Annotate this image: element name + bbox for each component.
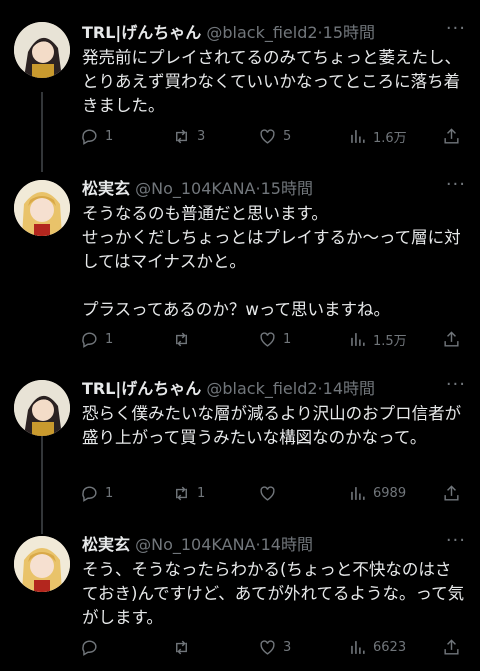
timestamp[interactable]: 15時間 [323,23,375,42]
views-icon [351,640,365,654]
tweet-header: 松実玄 @No_104KANA·14時間 [82,532,466,558]
tweet-header: 松実玄 @No_104KANA·15時間 [82,176,466,202]
view-count: 1.6万 [373,130,407,146]
share-icon [444,127,459,144]
handle[interactable]: @No_104KANA [135,535,255,554]
heart-icon [260,485,275,501]
like-count: 3 [283,639,292,655]
reply-button[interactable]: 1 [80,328,113,350]
reply-button[interactable] [80,636,105,658]
reply-count: 1 [105,331,114,347]
reply-count: 1 [105,128,114,144]
tweet-header: TRL|げんちゃん @black_field2·14時間 [82,376,466,402]
heart-icon [260,128,275,144]
retweet-button[interactable] [172,328,197,350]
reply-count: 1 [105,485,114,501]
retweet-icon [176,486,187,500]
reply-icon [82,128,97,145]
share-icon [444,484,459,501]
tweet-header: TRL|げんちゃん @black_field2·15時間 [82,20,466,46]
avatar-image-icon [14,380,70,436]
avatar[interactable] [14,536,70,592]
avatar[interactable] [14,22,70,78]
avatar[interactable] [14,380,70,436]
views-button[interactable]: 1.5万 [348,328,407,350]
tweet-text: そう、そうなったらわかる(ちょっと不快なのはさておき)んですけど、あてが外れてる… [82,560,465,627]
heart-icon [260,639,275,655]
reply-button[interactable]: 1 [80,482,113,504]
action-bar: 1 3 5 1.6万 [80,125,466,147]
action-bar: 1 1 1.5万 [80,328,466,350]
timestamp[interactable]: 14時間 [323,379,375,398]
avatar-image-icon [14,536,70,592]
retweet-icon [176,332,187,346]
tweet[interactable]: TRL|げんちゃん @black_field2·15時間 ··· 発売前にプレイ… [0,0,480,170]
more-options-icon[interactable]: ··· [446,374,466,395]
avatar[interactable] [14,180,70,236]
share-button[interactable] [442,636,461,658]
retweet-count: 3 [197,128,206,144]
like-button[interactable]: 5 [258,125,291,147]
avatar-image-icon [14,22,70,78]
views-icon [351,332,365,346]
views-icon [351,486,365,500]
like-count: 1 [283,331,292,347]
retweet-button[interactable] [172,636,197,658]
retweet-button[interactable]: 1 [172,482,205,504]
more-options-icon[interactable]: ··· [446,530,466,551]
avatar-image-icon [14,180,70,236]
reply-icon [82,331,97,348]
like-button[interactable]: 3 [258,636,291,658]
share-button[interactable] [442,328,461,350]
share-button[interactable] [442,125,461,147]
views-icon [351,129,365,143]
reply-icon [82,639,97,656]
view-count: 6989 [373,485,407,501]
reply-icon [82,485,97,502]
share-icon [444,638,459,655]
action-bar: 1 1 6989 [80,482,466,504]
display-name[interactable]: 松実玄 [82,535,130,554]
handle[interactable]: @black_field2 [206,23,317,42]
view-count: 6623 [373,639,407,655]
share-button[interactable] [442,482,461,504]
display-name[interactable]: TRL|げんちゃん [82,379,201,398]
timestamp[interactable]: 14時間 [261,535,313,554]
tweet-text: 恐らく僕みたいな層が減るより沢山のおプロ信者が盛り上がって買うみたいな構図なのか… [82,404,462,447]
views-button[interactable]: 6623 [348,636,406,658]
tweet[interactable]: 松実玄 @No_104KANA·14時間 ··· そう、そうなったらわかる(ちょ… [0,530,480,671]
handle[interactable]: @black_field2 [206,379,317,398]
retweet-count: 1 [197,485,206,501]
tweet[interactable]: 松実玄 @No_104KANA·15時間 ··· そうなるのも普通だと思います。… [0,170,480,360]
share-icon [444,330,459,347]
more-options-icon[interactable]: ··· [446,18,466,39]
retweet-icon [176,129,187,143]
timestamp[interactable]: 15時間 [261,179,313,198]
reply-button[interactable]: 1 [80,125,113,147]
retweet-button[interactable]: 3 [172,125,205,147]
display-name[interactable]: 松実玄 [82,179,130,198]
more-options-icon[interactable]: ··· [446,174,466,195]
tweet-text: 発売前にプレイされてるのみてちょっと萎えたし、とりあえず買わなくていいかなってと… [82,48,462,115]
heart-icon [260,331,275,347]
action-bar: 3 6623 [80,636,466,658]
view-count: 1.5万 [373,333,407,349]
views-button[interactable]: 6989 [348,482,406,504]
like-button[interactable] [258,482,283,504]
display-name[interactable]: TRL|げんちゃん [82,23,201,42]
like-button[interactable]: 1 [258,328,291,350]
handle[interactable]: @No_104KANA [135,179,255,198]
views-button[interactable]: 1.6万 [348,125,407,147]
tweet-text: そうなるのも普通だと思います。 せっかくだしちょっとはプレイするか〜って層に対し… [82,204,461,319]
tweet[interactable]: TRL|げんちゃん @black_field2·14時間 ··· 恐らく僕みたい… [0,370,480,520]
retweet-icon [176,640,187,654]
like-count: 5 [283,128,292,144]
